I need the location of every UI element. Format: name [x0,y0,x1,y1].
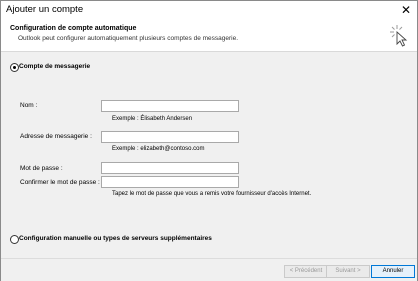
header-subtitle: Outlook peut configurer automatiquement … [18,35,239,42]
confirm-password-field[interactable] [101,176,239,188]
button-bar: < Précédent Suivant > Annuler [1,258,417,281]
manual-setup-label[interactable]: Configuration manuelle ou types de serve… [19,235,212,242]
next-button[interactable]: Suivant > [326,265,370,278]
header-panel: Configuration de compte automatique Outl… [1,21,417,52]
name-label: Nom : [20,102,38,109]
header-title: Configuration de compte automatique [10,25,137,32]
add-account-dialog: Ajouter un compte ✕ Configuration de com… [0,0,418,281]
password-hint: Tapez le mot de passe que vous a remis v… [112,191,312,197]
main-content: Compte de messagerie Nom : Exemple : Éli… [1,52,417,257]
sparkle-cursor-icon [390,25,408,47]
window-title: Ajouter un compte [6,4,84,15]
email-account-radio[interactable] [10,63,19,72]
password-field[interactable] [101,162,239,174]
manual-setup-radio[interactable] [10,235,19,244]
email-hint: Exemple : elizabeth@contoso.com [112,146,205,152]
name-field[interactable] [101,100,239,112]
confirm-password-label: Confirmer le mot de passe : [20,179,100,186]
password-label: Mot de passe : [20,165,63,172]
title-bar: Ajouter un compte ✕ [1,1,417,21]
email-label: Adresse de messagerie : [20,133,92,140]
email-field[interactable] [101,131,239,143]
previous-button[interactable]: < Précédent [284,265,328,278]
name-hint: Exemple : Élisabeth Andersen [112,116,193,122]
cancel-button[interactable]: Annuler [371,265,415,278]
close-icon[interactable]: ✕ [399,2,413,18]
email-account-label[interactable]: Compte de messagerie [19,63,90,70]
